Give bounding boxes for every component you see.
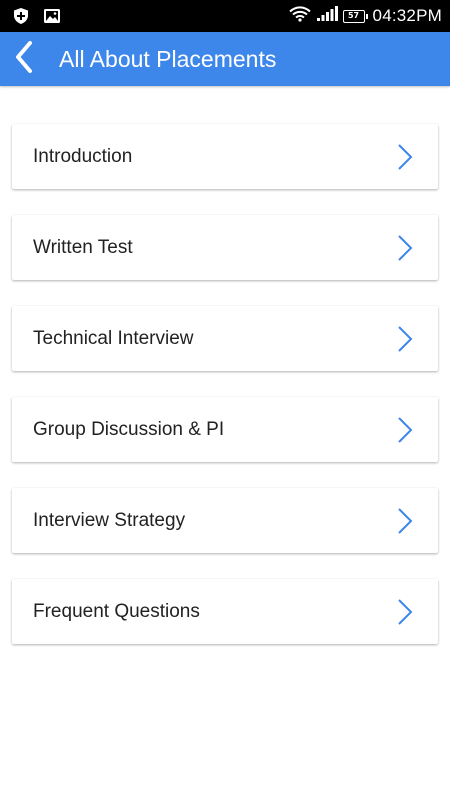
back-button[interactable] bbox=[0, 32, 48, 86]
page-title: All About Placements bbox=[59, 46, 277, 72]
chevron-right-icon bbox=[397, 598, 413, 626]
menu-item-frequent-questions[interactable]: Frequent Questions bbox=[12, 579, 438, 644]
chevron-right-icon bbox=[397, 325, 413, 353]
menu-item-technical-interview[interactable]: Technical Interview bbox=[12, 306, 438, 371]
menu-item-written-test[interactable]: Written Test bbox=[12, 215, 438, 280]
chevron-right-icon bbox=[397, 234, 413, 262]
image-icon bbox=[43, 7, 61, 25]
menu-item-label: Frequent Questions bbox=[33, 601, 200, 622]
menu-item-group-discussion[interactable]: Group Discussion & PI bbox=[12, 397, 438, 462]
signal-icon bbox=[316, 5, 338, 27]
chevron-right-icon bbox=[397, 143, 413, 171]
battery-level: 57 bbox=[347, 11, 360, 20]
clock: 04:32PM bbox=[372, 6, 442, 25]
chevron-right-icon bbox=[397, 507, 413, 535]
menu-list: Introduction Written Test Technical Inte… bbox=[12, 124, 438, 670]
menu-item-label: Group Discussion & PI bbox=[33, 419, 225, 440]
status-bar: 57 04:32PM bbox=[0, 0, 450, 32]
wifi-icon bbox=[288, 5, 311, 27]
menu-item-label: Written Test bbox=[33, 237, 133, 258]
menu-item-label: Technical Interview bbox=[33, 328, 194, 349]
menu-item-interview-strategy[interactable]: Interview Strategy bbox=[12, 488, 438, 553]
app-bar: All About Placements bbox=[0, 32, 450, 86]
shield-plus-icon bbox=[12, 7, 30, 25]
menu-item-introduction[interactable]: Introduction bbox=[12, 124, 438, 189]
battery-icon: 57 bbox=[342, 9, 368, 23]
chevron-left-icon bbox=[14, 40, 34, 79]
chevron-right-icon bbox=[397, 416, 413, 444]
menu-item-label: Introduction bbox=[33, 146, 133, 167]
menu-item-label: Interview Strategy bbox=[33, 510, 186, 531]
